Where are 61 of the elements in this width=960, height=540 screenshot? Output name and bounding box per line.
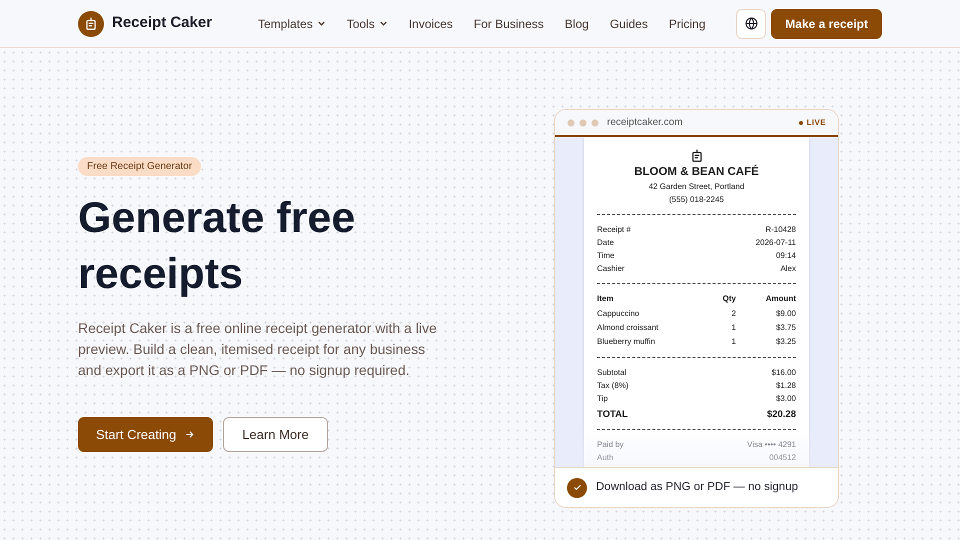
item-name: Cappuccino [597, 308, 640, 320]
globe-icon [744, 17, 758, 30]
total-label: TOTAL [597, 408, 628, 421]
download-note: Download as PNG or PDF — no signup [596, 480, 798, 495]
store-phone: (555) 018-2245 [669, 194, 724, 206]
check-icon [567, 478, 587, 498]
meta-value: 09:14 [776, 250, 796, 262]
hero-badge: Free Receipt Generator [78, 157, 202, 176]
payment-value: Visa •••• 4291 [747, 439, 796, 451]
column-header: Qty [722, 293, 736, 305]
start-creating-button[interactable]: Start Creating [78, 417, 214, 452]
meta-value: 2026-07-11 [756, 237, 796, 249]
nav-link[interactable]: Pricing [668, 14, 706, 32]
payment-label: Paid by [597, 439, 624, 451]
total-value: $3.00 [776, 393, 796, 405]
nav-link[interactable]: For Business [474, 14, 544, 32]
chevron-down-icon [316, 19, 326, 28]
item-qty: 1 [730, 322, 736, 334]
meta-label: Receipt # [597, 224, 631, 236]
store-address: 42 Garden Street, Portland [648, 181, 744, 193]
learn-more-button[interactable]: Learn More [223, 417, 328, 452]
total-label: Subtotal [597, 367, 626, 379]
total-label: Tax (8%) [597, 380, 629, 392]
item-qty: 2 [730, 308, 736, 320]
item-amount: $3.75 [774, 322, 796, 334]
meta-value: Alex [780, 263, 796, 275]
item-qty: 1 [730, 336, 736, 348]
payment-label: Auth [597, 452, 614, 464]
window-dots-icon [567, 118, 599, 126]
live-indicator: LIVE [798, 116, 826, 128]
store-name: BLOOM & BEAN CAFÉ [634, 165, 759, 180]
total-value: $20.28 [766, 408, 796, 421]
meta-label: Date [597, 237, 614, 249]
column-header: Item [597, 293, 614, 305]
total-label: Tip [597, 393, 608, 405]
item-name: Blueberry muffin [597, 336, 656, 348]
item-amount: $3.25 [774, 336, 796, 348]
chevron-down-icon [378, 19, 388, 28]
arrow-right-icon [184, 429, 196, 440]
meta-value: R-10428 [765, 224, 796, 236]
make-receipt-button[interactable]: Make a receipt [771, 8, 882, 38]
item-name: Almond croissant [597, 322, 660, 334]
nav-link[interactable]: Guides [610, 14, 648, 32]
receipt-icon [690, 149, 704, 163]
meta-label: Time [597, 250, 614, 262]
nav-link[interactable]: Blog [564, 14, 589, 32]
nav-link[interactable]: Templates [258, 14, 326, 32]
meta-label: Cashier [597, 263, 625, 275]
column-header: Amount [764, 293, 796, 305]
receipt-icon [84, 16, 98, 30]
hero-title: Generate free receipts [78, 193, 356, 300]
url-text: receiptcaker.com [607, 116, 683, 130]
total-value: $1.28 [776, 380, 796, 392]
brand-name[interactable]: Receipt Caker [112, 12, 212, 35]
payment-value: 004512 [769, 452, 796, 464]
total-value: $16.00 [772, 367, 796, 379]
nav-link[interactable]: Tools [346, 14, 388, 32]
hero-description: Receipt Caker is a free online receipt generator with a live preview. Build a clean, itemised receipt for any business and export it as a PNG or PDF — no signup required. [78, 319, 438, 380]
nav-link[interactable]: Invoices [408, 14, 453, 32]
language-button[interactable] [736, 8, 766, 38]
item-amount: $9.00 [774, 308, 796, 320]
